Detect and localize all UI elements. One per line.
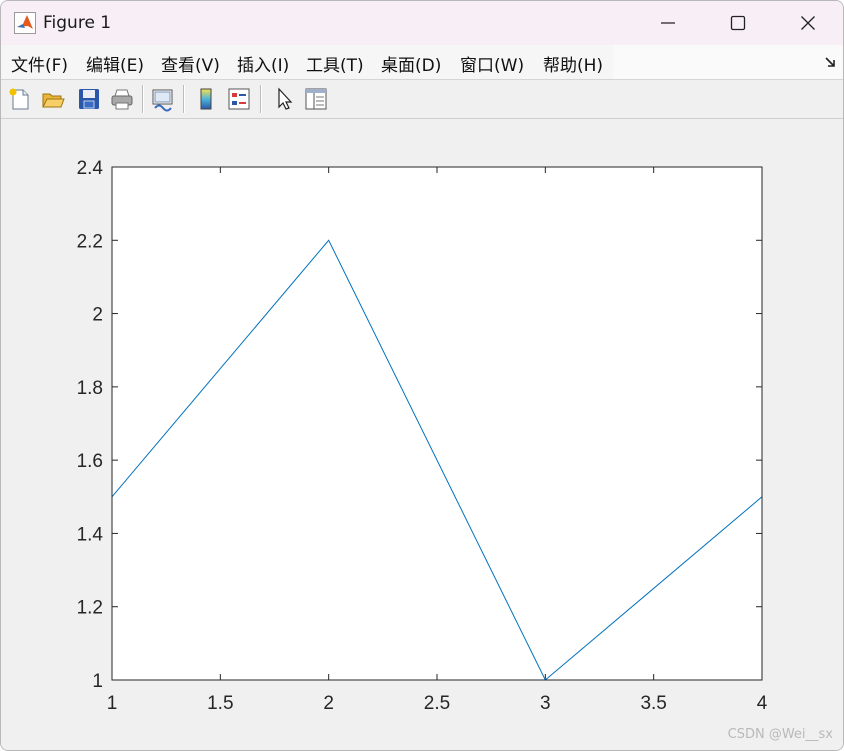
y-tick-label: 2.2 <box>77 231 103 252</box>
x-tick-label: 1 <box>107 693 118 714</box>
pointer-icon[interactable] <box>271 86 297 112</box>
y-tick-label: 1.2 <box>77 598 103 619</box>
toolbar-separator <box>260 85 262 113</box>
property-inspector-icon[interactable] <box>303 86 329 112</box>
line-plot[interactable]: 1 1.5 2 2.5 3 3.5 4 1 1.2 1.4 1.6 1.8 2 2.2 2.4 <box>1 119 843 750</box>
figure-canvas[interactable]: 1 1.5 2 2.5 3 3.5 4 1 1.2 1.4 1.6 1.8 2 2.2 2.4 CSDN @… <box>1 119 843 750</box>
close-icon <box>801 16 815 30</box>
dock-arrow-icon[interactable] <box>823 55 837 69</box>
menu-file[interactable]: 文件(F) <box>11 51 68 76</box>
y-tick-label: 1.6 <box>77 451 103 472</box>
open-file-icon[interactable] <box>40 86 66 112</box>
x-tick-label: 3.5 <box>640 693 666 714</box>
menu-window[interactable]: 窗口(W) <box>460 51 524 76</box>
watermark-text: CSDN @Wei__sx <box>727 727 833 742</box>
new-figure-icon[interactable] <box>7 86 33 112</box>
window-title: Figure 1 <box>43 13 112 33</box>
y-tick-label: 1.8 <box>77 378 103 399</box>
colorbar-icon[interactable] <box>193 86 219 112</box>
link-plot-icon[interactable] <box>150 86 176 112</box>
menu-tools[interactable]: 工具(T) <box>306 51 364 76</box>
x-tick-label: 1.5 <box>207 693 233 714</box>
maximize-button[interactable] <box>703 1 773 45</box>
x-tick-label: 2 <box>323 693 334 714</box>
y-tick-label: 1 <box>92 671 103 692</box>
title-bar[interactable]: Figure 1 <box>1 1 843 45</box>
menu-insert[interactable]: 插入(I) <box>237 51 289 76</box>
toolbar-separator <box>142 85 144 113</box>
x-tick-label: 3 <box>540 693 551 714</box>
y-tick-label: 1.4 <box>77 524 104 545</box>
maximize-icon <box>730 15 746 31</box>
minimize-button[interactable] <box>633 1 703 45</box>
menu-edit[interactable]: 编辑(E) <box>86 51 144 76</box>
y-tick-label: 2 <box>92 305 103 326</box>
toolbar <box>1 80 843 119</box>
save-icon[interactable] <box>76 86 102 112</box>
legend-icon[interactable] <box>226 86 252 112</box>
matlab-icon <box>14 12 36 34</box>
menu-help[interactable]: 帮助(H) <box>543 51 603 76</box>
menu-bar: 文件(F) 编辑(E) 查看(V) 插入(I) 工具(T) 桌面(D) 窗口(W… <box>1 45 843 80</box>
close-button[interactable] <box>773 1 843 45</box>
axes-background <box>112 167 762 680</box>
menu-desktop[interactable]: 桌面(D) <box>381 51 441 76</box>
toolbar-separator <box>183 85 185 113</box>
print-icon[interactable] <box>109 86 135 112</box>
x-tick-label: 4 <box>757 693 768 714</box>
x-tick-label: 2.5 <box>424 693 450 714</box>
y-tick-label: 2.4 <box>77 158 104 179</box>
menu-view[interactable]: 查看(V) <box>161 51 220 76</box>
minimize-icon <box>661 22 675 24</box>
figure-window: Figure 1 文件(F) 编辑(E) 查看(V) 插入(I) 工具(T) 桌… <box>0 0 844 751</box>
